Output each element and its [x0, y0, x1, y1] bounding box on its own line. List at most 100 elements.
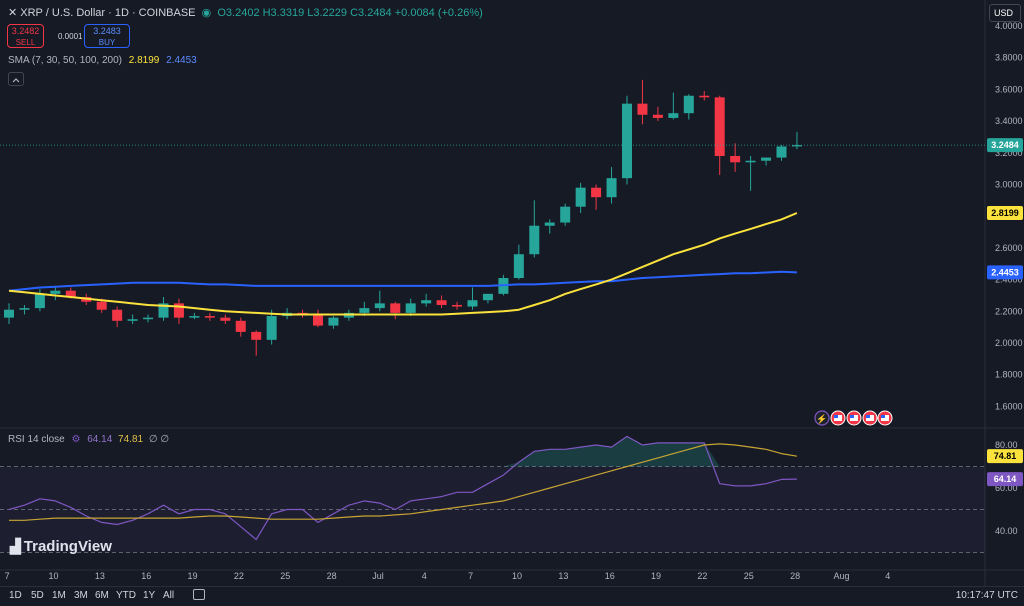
- close-x-icon[interactable]: ✕: [8, 7, 17, 19]
- candle-body: [776, 146, 787, 158]
- candle-body: [482, 293, 493, 301]
- candle-body: [266, 316, 277, 340]
- currency-label: USD: [994, 8, 1014, 18]
- time-tick-label: 10: [48, 571, 58, 581]
- time-tick-label: 28: [327, 571, 337, 581]
- time-tick-label: 25: [744, 571, 754, 581]
- candle-body: [328, 317, 339, 326]
- candle-body: [652, 114, 663, 118]
- sma-value-fast: 2.8199: [128, 55, 160, 66]
- time-tick-label: 13: [95, 571, 105, 581]
- candle-body: [714, 97, 725, 156]
- candle-body: [421, 300, 432, 304]
- sma-lines: [8, 212, 798, 316]
- time-tick-label: Aug: [833, 571, 849, 581]
- rsi-ma-tag: 74.81: [994, 451, 1017, 461]
- rsi-label: RSI 14 close: [8, 434, 65, 445]
- candle-body: [251, 331, 262, 340]
- candle-body: [204, 316, 215, 318]
- sell-price: 3.2482: [11, 26, 40, 36]
- collapse-legend-button[interactable]: [8, 72, 24, 86]
- rsi-ma-value: 74.81: [118, 434, 144, 445]
- timeframe-1m[interactable]: 1M: [52, 590, 66, 601]
- tradingview-logo[interactable]: ▟ TradingView: [10, 538, 112, 555]
- candle-body: [143, 317, 154, 320]
- candle-body: [513, 254, 524, 279]
- flag-canton: [834, 415, 838, 418]
- sell-label: SELL: [15, 38, 36, 47]
- event-markers[interactable]: ⚡: [814, 410, 893, 426]
- candle-body: [390, 303, 401, 313]
- time-tick-label: 19: [651, 571, 661, 581]
- timeframe-ytd[interactable]: YTD: [116, 590, 136, 601]
- candle-body: [34, 293, 45, 309]
- candle-body: [4, 309, 14, 318]
- tv-logo-icon: ▟: [10, 538, 21, 554]
- flag-canton: [881, 415, 885, 418]
- time-tick-label: 13: [558, 571, 568, 581]
- candle-body: [235, 320, 246, 332]
- ohlc-values: O3.2402 H3.3319 L3.2229 C3.2484 +0.0084 …: [217, 7, 483, 19]
- price-axis[interactable]: 1.60001.80002.00002.20002.40002.60002.80…: [0, 21, 1023, 536]
- candle-body: [668, 113, 679, 118]
- trading-chart-app: 1.60001.80002.00002.20002.40002.60002.80…: [0, 0, 1024, 605]
- brand-name: TradingView: [23, 538, 112, 555]
- timeframe-1d[interactable]: 1D: [9, 590, 22, 601]
- time-tick-label: 19: [188, 571, 198, 581]
- price-tick-label: 3.0000: [995, 180, 1023, 190]
- sma-legend[interactable]: SMA (7, 30, 50, 100, 200) 2.8199 2.4453: [8, 55, 197, 66]
- time-tick-label: 28: [790, 571, 800, 581]
- currency-selector[interactable]: USD: [989, 4, 1021, 22]
- timeframe-3m[interactable]: 3M: [74, 590, 88, 601]
- utc-clock[interactable]: 10:17:47 UTC: [956, 590, 1018, 601]
- spread-value: 0.0001: [58, 32, 83, 41]
- last-price-tag: 3.2484: [991, 140, 1019, 150]
- time-tick-label: 16: [141, 571, 151, 581]
- candle-body: [622, 103, 632, 179]
- time-tick-label: 7: [5, 571, 10, 581]
- candle-body: [467, 300, 478, 307]
- candle-body: [606, 178, 617, 198]
- rsi-extra: ∅ ∅: [148, 434, 170, 445]
- rsi-value: 64.14: [87, 434, 113, 445]
- sma-value-slow: 2.4453: [166, 55, 197, 66]
- time-tick-label: 22: [234, 571, 244, 581]
- calendar-icon[interactable]: [193, 589, 205, 600]
- sma-slow-tag: 2.4453: [991, 267, 1019, 277]
- candle-body: [683, 95, 694, 114]
- price-tick-label: 3.4000: [995, 116, 1023, 126]
- price-tick-label: 2.6000: [995, 243, 1023, 253]
- time-axis[interactable]: 7 10 13 16 19 22 25 28 Jul 4 7 10 13 16 19 22 25 28 Aug 4: [5, 571, 891, 581]
- timeframe-all[interactable]: All: [163, 590, 174, 601]
- sma-slow-line: [8, 270, 797, 292]
- buy-price: 3.2483: [93, 26, 121, 36]
- price-tick-label: 4.0000: [995, 21, 1023, 31]
- sell-button[interactable]: 3.2482 SELL: [7, 24, 44, 48]
- timeframe-5d[interactable]: 5D: [31, 590, 44, 601]
- market-status-icon: ◉: [198, 7, 215, 19]
- candle-body: [359, 308, 370, 313]
- symbol-title[interactable]: XRP / U.S. Dollar · 1D · COINBASE: [20, 7, 195, 19]
- time-tick-label: 22: [697, 571, 707, 581]
- candle-body: [560, 206, 571, 223]
- candle-body: [50, 290, 61, 294]
- rsi-settings-icon[interactable]: ⚙: [71, 434, 80, 445]
- candle-body: [529, 225, 540, 255]
- timeframe-6m[interactable]: 6M: [95, 590, 109, 601]
- rsi-tick-label: 40.00: [995, 526, 1018, 536]
- price-chart[interactable]: 1.60001.80002.00002.20002.40002.60002.80…: [0, 0, 1024, 605]
- timeframe-1y[interactable]: 1Y: [143, 590, 155, 601]
- candle-body: [575, 187, 586, 207]
- candle-body: [220, 317, 231, 321]
- price-tick-label: 1.8000: [995, 370, 1023, 380]
- candle-body: [127, 319, 138, 321]
- time-tick-label: 4: [885, 571, 890, 581]
- symbol-header: ✕ XRP / U.S. Dollar · 1D · COINBASE ◉ O3…: [8, 6, 483, 19]
- time-tick-label: 7: [468, 571, 473, 581]
- buy-button[interactable]: 3.2483 BUY: [84, 24, 130, 48]
- time-tick-label: 4: [422, 571, 427, 581]
- rsi-tag: 64.14: [994, 474, 1017, 484]
- price-tick-label: 1.6000: [995, 401, 1023, 411]
- candle-body: [189, 316, 200, 318]
- rsi-legend[interactable]: RSI 14 close ⚙ 64.14 74.81 ∅ ∅: [8, 434, 169, 445]
